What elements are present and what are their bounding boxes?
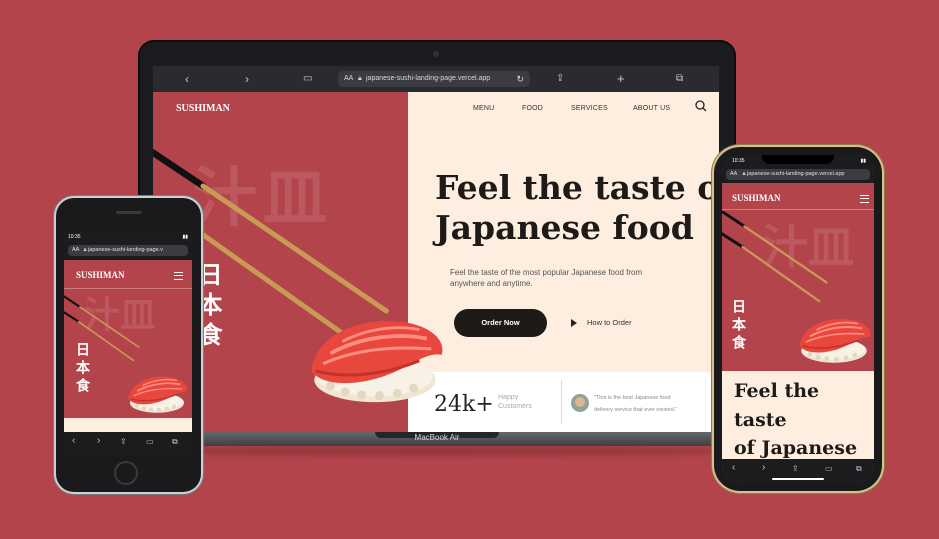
battery-icon: ▮▮: [860, 158, 866, 164]
brand-logo[interactable]: SUSHIMAN: [76, 270, 125, 280]
phone-notch: [762, 155, 834, 164]
play-icon: [571, 319, 577, 328]
nav-menu[interactable]: MENU: [473, 105, 494, 112]
hero-headline: Feel the taste of Japanese food: [734, 377, 874, 459]
hero-cream-section: Feel the taste of Japanese food: [722, 371, 874, 459]
lock-icon: 🔒︎: [742, 171, 746, 177]
laptop-camera: [433, 51, 439, 57]
stat-label-line-2: Customers: [498, 403, 532, 411]
browser-toolbar: ‹ › ▭ AA 🔒︎ japanese-sushi-landing-page.…: [153, 66, 719, 92]
browser-bottom-toolbar: ‹ › ⇪ ▭ ⧉: [64, 432, 192, 456]
chopsticks-illustration: [722, 211, 834, 309]
home-button[interactable]: [114, 461, 138, 485]
stat-label: Happy Customers: [498, 393, 532, 411]
hamburger-menu-icon[interactable]: [174, 272, 183, 280]
sushi-illustration: [794, 309, 874, 371]
hero-headline: Feel the taste of Japanese food: [435, 168, 719, 247]
sushi-illustration: [301, 305, 449, 415]
hero-right-panel: MENU FOOD SERVICES ABOUT US Feel the tas…: [408, 92, 719, 372]
hero-subtitle: Feel the taste of the most popular Japan…: [450, 268, 642, 290]
laptop-screen: ‹ › ▭ AA 🔒︎ japanese-sushi-landing-page.…: [153, 66, 719, 432]
chevron-left-icon[interactable]: ‹: [732, 462, 735, 473]
text-size-button[interactable]: AA: [72, 247, 79, 253]
sushi-illustration: [124, 368, 190, 420]
status-time: 10:35: [732, 158, 745, 164]
phone-small-speaker: [116, 211, 142, 214]
reload-icon[interactable]: ↻: [516, 71, 524, 87]
hero-subtitle-line-2: anywhere and anytime.: [450, 278, 533, 288]
header-divider: [64, 288, 192, 289]
lock-icon: 🔒︎: [358, 75, 362, 82]
share-icon[interactable]: ⇪: [556, 72, 564, 86]
text-size-button[interactable]: AA: [730, 171, 737, 177]
stats-bar: 24k+ Happy Customers "This is the best J…: [408, 372, 719, 432]
laptop-model-label: MacBook Air: [414, 433, 460, 442]
stat-label-line-1: Happy: [498, 394, 519, 401]
mobile-site: 汁皿 SUSHIMAN 日本食 Feel the taste of Japane…: [722, 183, 874, 459]
address-bar[interactable]: AA 🔒︎ japanese-sushi-landing-page.vercel…: [338, 71, 530, 87]
book-icon[interactable]: ▭: [303, 72, 312, 86]
home-indicator: [772, 478, 824, 480]
browser-bar: AA 🔒︎ japanese-sushi-landing-page.vercel…: [722, 167, 874, 183]
lock-icon: 🔒︎: [83, 247, 87, 253]
tabs-icon[interactable]: ⧉: [172, 437, 178, 447]
browser-bar: AA 🔒︎ japanese-sushi-landing-page.v: [64, 242, 192, 260]
hero-subtitle-line-1: Feel the taste of the most popular Japan…: [450, 268, 643, 277]
laptop-shadow: [130, 446, 744, 456]
url-text: japanese-sushi-landing-page.v: [88, 247, 163, 253]
nav-about-us[interactable]: ABOUT US: [633, 105, 670, 112]
mobile-site: 汁皿 SUSHIMAN 日本食: [64, 260, 192, 432]
brand-logo[interactable]: SUSHIMAN: [732, 193, 781, 203]
nav-services[interactable]: SERVICES: [571, 105, 608, 112]
phone-large-screen: 10:35 ▮▮ AA 🔒︎ japanese-sushi-landing-pag…: [722, 155, 874, 483]
cream-section: [64, 418, 192, 432]
text-size-button[interactable]: AA: [344, 71, 353, 87]
hero-headline-line-2: of Japanese: [734, 437, 858, 459]
divider: [561, 380, 562, 424]
tabs-icon[interactable]: ⧉: [856, 464, 862, 474]
url-text: japanese-sushi-landing-page.vercel.app: [747, 171, 845, 177]
address-bar[interactable]: AA 🔒︎ japanese-sushi-landing-page.v: [68, 245, 188, 256]
address-bar[interactable]: AA 🔒︎ japanese-sushi-landing-page.vercel…: [726, 169, 870, 180]
hamburger-menu-icon[interactable]: [860, 195, 869, 203]
avatar: [571, 394, 589, 412]
hero-headline-line-2: Japanese food: [435, 207, 694, 247]
nav-food[interactable]: FOOD: [522, 105, 543, 112]
battery-icon: ▮▮: [182, 234, 188, 240]
website: 汁皿 日本食 SUSHIMAN MENU FOOD SERVICES ABOUT…: [153, 92, 719, 432]
chevron-left-icon[interactable]: ‹: [185, 72, 189, 86]
tabs-icon[interactable]: ⧉: [676, 72, 683, 86]
status-time: 10:35: [68, 234, 81, 240]
chevron-right-icon[interactable]: ›: [762, 462, 765, 473]
hero-headline-line-1: Feel the taste: [734, 380, 820, 431]
url-text: japanese-sushi-landing-page.vercel.app: [366, 75, 491, 82]
share-icon[interactable]: ⇪: [120, 437, 127, 446]
order-now-button[interactable]: Order Now: [454, 309, 547, 337]
plus-icon[interactable]: +: [617, 72, 625, 86]
phone-small-screen: 10:35 ▮▮ AA 🔒︎ japanese-sushi-landing-pag…: [64, 232, 192, 456]
header-divider: [722, 209, 874, 210]
brand-logo[interactable]: SUSHIMAN: [176, 103, 230, 114]
chopsticks-illustration: [64, 290, 144, 372]
testimonial-line-2: delivery service that ever existed.": [594, 406, 678, 413]
status-bar: 10:35 ▮▮: [64, 232, 192, 242]
testimonial-quote: "This is the best Japanese food delivery…: [594, 393, 677, 416]
chevron-right-icon[interactable]: ›: [97, 435, 100, 446]
hero-headline-line-1: Feel the taste of: [435, 168, 719, 207]
book-icon[interactable]: ▭: [146, 437, 154, 446]
share-icon[interactable]: ⇪: [792, 464, 799, 473]
search-icon[interactable]: [695, 100, 707, 112]
book-icon[interactable]: ▭: [825, 464, 833, 473]
chevron-left-icon[interactable]: ‹: [72, 435, 75, 446]
how-to-order-label: How to Order: [587, 318, 632, 327]
how-to-order-link[interactable]: How to Order: [571, 318, 632, 328]
chevron-right-icon[interactable]: ›: [245, 72, 249, 86]
testimonial-line-1: "This is the best Japanese food: [594, 395, 671, 401]
